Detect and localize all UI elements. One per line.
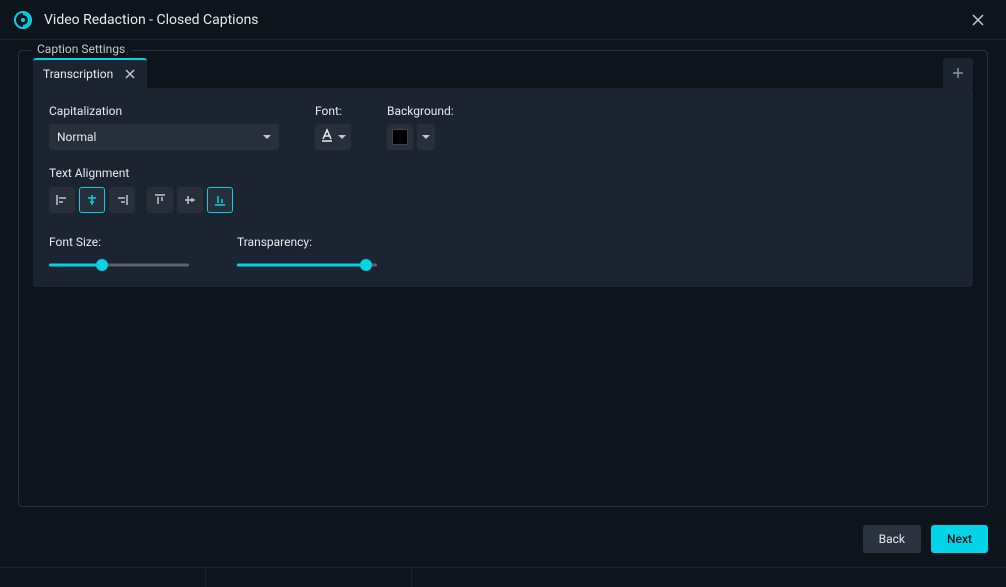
chevron-down-icon bbox=[263, 135, 271, 139]
titlebar: Video Redaction - Closed Captions bbox=[0, 0, 1006, 40]
statusbar-cell bbox=[0, 567, 206, 587]
font-label: Font: bbox=[315, 104, 351, 118]
capitalization-field: Capitalization Normal bbox=[49, 104, 279, 150]
font-picker-button[interactable] bbox=[315, 124, 351, 150]
statusbar-cell bbox=[412, 567, 1006, 587]
next-button[interactable]: Next bbox=[931, 525, 988, 553]
background-field: Background: bbox=[387, 104, 454, 150]
font-field: Font: bbox=[315, 104, 351, 150]
tab-label: Transcription bbox=[43, 67, 113, 81]
alignment-label: Text Alignment bbox=[49, 166, 129, 180]
align-middle-button[interactable] bbox=[177, 187, 203, 213]
slider-thumb-icon bbox=[360, 259, 372, 271]
chevron-down-icon bbox=[338, 135, 346, 139]
tab-close-button[interactable] bbox=[123, 67, 137, 81]
font-size-group: Font Size: bbox=[49, 235, 189, 271]
capitalization-label: Capitalization bbox=[49, 104, 279, 118]
capitalization-select[interactable]: Normal bbox=[49, 124, 279, 150]
horizontal-align-group bbox=[49, 187, 135, 213]
statusbar bbox=[0, 567, 1006, 587]
font-icon bbox=[320, 128, 334, 146]
alignment-row: Text Alignment bbox=[49, 166, 957, 213]
slider-thumb-icon bbox=[96, 259, 108, 271]
chevron-down-icon bbox=[422, 135, 430, 139]
transparency-label: Transparency: bbox=[237, 235, 377, 249]
background-label: Background: bbox=[387, 104, 454, 118]
footer-buttons: Back Next bbox=[863, 525, 988, 553]
font-size-slider[interactable] bbox=[49, 259, 189, 271]
statusbar-cell bbox=[206, 567, 412, 587]
sliders-row: Font Size: Transparency: bbox=[49, 235, 957, 271]
align-left-button[interactable] bbox=[49, 187, 75, 213]
font-size-label: Font Size: bbox=[49, 235, 189, 249]
transparency-slider[interactable] bbox=[237, 259, 377, 271]
tabs-row: Transcription bbox=[19, 58, 987, 88]
window-close-button[interactable] bbox=[964, 6, 992, 34]
vertical-align-group bbox=[147, 187, 233, 213]
caption-settings-panel: Caption Settings Transcription Capitaliz… bbox=[18, 50, 988, 507]
tab-transcription[interactable]: Transcription bbox=[33, 58, 147, 88]
back-button[interactable]: Back bbox=[863, 525, 921, 553]
window-title: Video Redaction - Closed Captions bbox=[44, 12, 259, 28]
transparency-group: Transparency: bbox=[237, 235, 377, 271]
add-tab-button[interactable] bbox=[943, 58, 973, 88]
align-right-button[interactable] bbox=[109, 187, 135, 213]
align-top-button[interactable] bbox=[147, 187, 173, 213]
row-top: Capitalization Normal Font: bbox=[49, 104, 957, 150]
background-swatch[interactable] bbox=[387, 124, 413, 150]
align-bottom-button[interactable] bbox=[207, 187, 233, 213]
align-center-button[interactable] bbox=[79, 187, 105, 213]
settings-body: Capitalization Normal Font: bbox=[33, 88, 973, 287]
app-logo-icon bbox=[14, 11, 32, 29]
color-swatch-icon bbox=[392, 129, 408, 145]
panel-legend: Caption Settings bbox=[31, 42, 131, 56]
capitalization-value: Normal bbox=[57, 130, 96, 144]
background-dropdown-button[interactable] bbox=[417, 124, 435, 150]
